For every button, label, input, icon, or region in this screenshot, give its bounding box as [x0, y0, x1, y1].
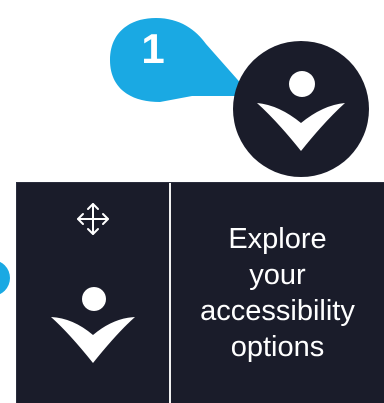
move-handle[interactable] — [73, 199, 113, 239]
explore-accessibility-options-button[interactable]: Explore your accessibility options — [171, 183, 384, 403]
widget-logo — [47, 271, 139, 363]
screenshot-stage: 1 Explore your accessibility options — [0, 0, 384, 403]
accessibility-launcher-button[interactable] — [233, 41, 369, 177]
explore-label-line: Explore — [228, 223, 327, 255]
accessibility-person-icon — [51, 287, 135, 363]
accessibility-widget-panel: Explore your accessibility options — [17, 183, 384, 403]
step-callout-partial — [0, 260, 10, 296]
explore-label-line: your — [249, 259, 306, 291]
explore-label: Explore your accessibility options — [183, 221, 373, 365]
widget-launcher-section[interactable] — [17, 183, 169, 403]
accessibility-person-icon — [257, 71, 345, 151]
explore-label-line: accessibility — [200, 295, 355, 327]
step-callout: 1 — [100, 12, 255, 108]
move-arrows-icon — [77, 203, 109, 235]
step-number: 1 — [141, 25, 165, 72]
explore-label-line: options — [230, 331, 325, 363]
